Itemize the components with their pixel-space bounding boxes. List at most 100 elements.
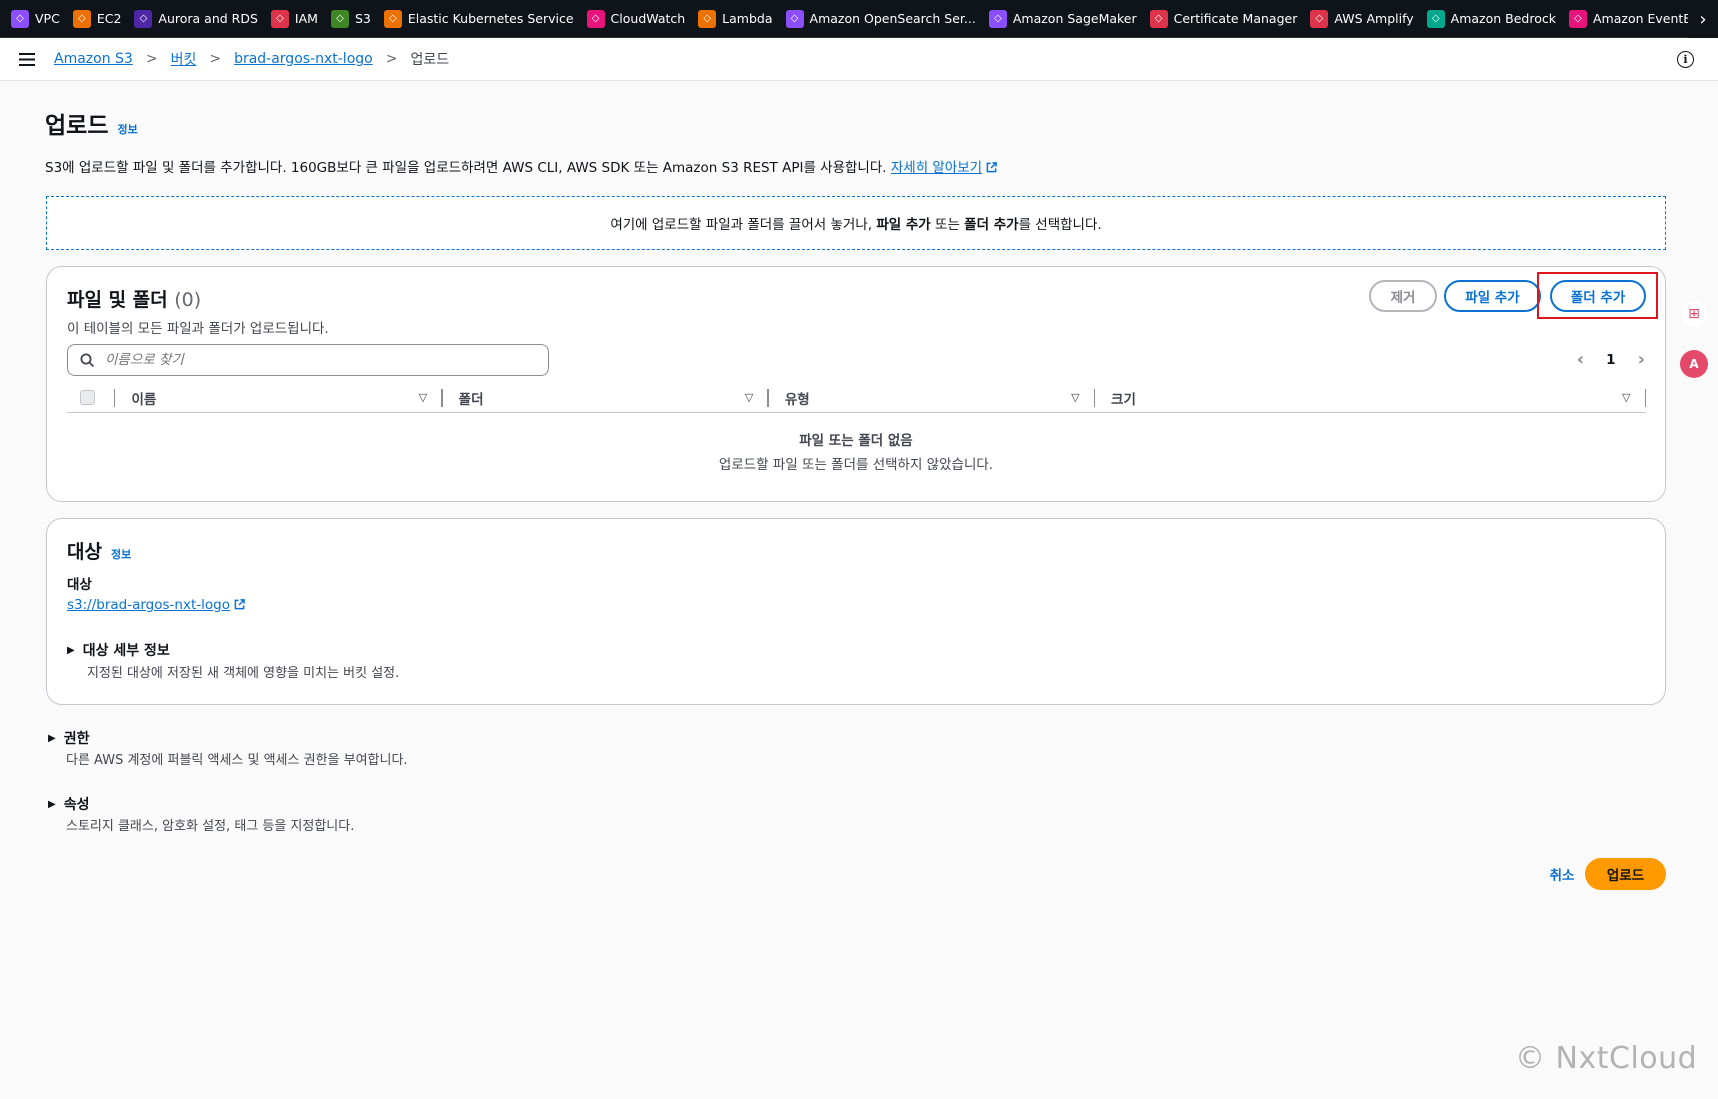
breadcrumb-bucket[interactable]: brad-argos-nxt-logo <box>234 51 373 67</box>
destination-info-link[interactable]: 정보 <box>111 546 131 562</box>
chevron-right-icon: > <box>209 51 222 67</box>
favorite-label: Amazon SageMaker <box>1012 11 1137 26</box>
favorite-label: Elastic Kubernetes Service <box>407 11 574 26</box>
search-icon <box>80 353 95 367</box>
drop-zone[interactable]: 여기에 업로드할 파일과 폴더를 끌어서 놓거나, 파일 추가 또는 폴더 추가… <box>46 196 1666 250</box>
external-link-icon <box>234 599 245 610</box>
next-page-icon[interactable]: › <box>1638 349 1645 370</box>
breadcrumb-bar: Amazon S3 > 버킷 > brad-argos-nxt-logo > 업… <box>0 38 1718 81</box>
favorite-item[interactable]: ◇ Amazon OpenSearch Ser... <box>785 9 976 28</box>
info-icon[interactable]: i <box>1677 51 1694 68</box>
upload-button[interactable]: 업로드 <box>1585 858 1666 890</box>
files-panel-subtitle: 이 테이블의 모든 파일과 폴더가 업로드됩니다. <box>67 321 329 337</box>
watermark: © NxtCloud <box>1515 1041 1698 1076</box>
eventbridge-icon: ◇ <box>1569 9 1587 28</box>
favorite-item[interactable]: ◇ Lambda <box>698 9 773 28</box>
eks-icon: ◇ <box>383 9 402 28</box>
properties-desc: 스토리지 클래스, 암호화 설정, 태그 등을 지정합니다. <box>66 819 355 834</box>
translate-widget-icon[interactable]: A <box>1680 350 1708 378</box>
page-title-text: 업로드 <box>45 113 109 139</box>
favorite-item[interactable]: ◇ Certificate Manager <box>1149 9 1297 28</box>
favorite-item[interactable]: ◇ VPC <box>11 9 60 28</box>
favorite-item[interactable]: ◇ CloudWatch <box>586 9 686 28</box>
vpc-icon: ◇ <box>11 9 29 28</box>
favorites-bar: ◇ VPC ◇ EC2 ◇ Aurora and RDS ◇ IAM ◇ S3 ◇ Elastic K… <box>0 0 1718 38</box>
page-title: 업로드 정보 <box>45 106 138 140</box>
pagination: ‹ 1 › <box>1577 349 1645 370</box>
empty-state-title: 파일 또는 폴더 없음 <box>799 433 913 449</box>
column-folder[interactable]: 폴더 ▽ <box>443 389 768 408</box>
sagemaker-icon: ◇ <box>988 9 1007 28</box>
favorite-label: CloudWatch <box>610 11 686 26</box>
breadcrumb-amazon-s3[interactable]: Amazon S3 <box>54 51 133 67</box>
favorite-label: Amazon OpenSearch Ser... <box>809 11 976 26</box>
column-size[interactable]: 크기 ▽ <box>1095 389 1644 408</box>
favorite-item[interactable]: ◇ AWS Amplify <box>1310 9 1414 28</box>
sort-icon[interactable]: ▽ <box>1071 391 1079 404</box>
column-type[interactable]: 유형 ▽ <box>769 389 1094 408</box>
search-field[interactable] <box>67 344 549 376</box>
page-description-text: S3에 업로드할 파일 및 폴더를 추가합니다. 160GB보다 큰 파일을 업… <box>45 160 887 176</box>
table-header: 이름 ▽ 폴더 ▽ 유형 ▽ 크기 ▽ <box>67 383 1647 413</box>
destination-panel: 대상 정보 대상 s3://brad-argos-nxt-logo ▶ 대상 세부… <box>46 518 1666 705</box>
add-folder-button[interactable]: 폴더 추가 <box>1550 280 1646 312</box>
files-count: (0) <box>174 289 202 311</box>
breadcrumb: Amazon S3 > 버킷 > brad-argos-nxt-logo > 업… <box>54 49 449 69</box>
destination-link[interactable]: s3://brad-argos-nxt-logo <box>67 597 245 613</box>
permissions-toggle[interactable]: ▶ 권한 <box>48 728 89 748</box>
favorite-item[interactable]: ◇ EC2 <box>72 9 122 28</box>
sort-icon[interactable]: ▽ <box>745 391 753 404</box>
chevron-right-icon: > <box>145 51 158 67</box>
ec2-icon: ◇ <box>72 9 91 28</box>
properties-toggle[interactable]: ▶ 속성 <box>48 794 89 814</box>
amplify-icon: ◇ <box>1310 9 1329 28</box>
page-info-link[interactable]: 정보 <box>117 121 137 137</box>
favorite-label: Lambda <box>722 11 773 26</box>
favorite-label: IAM <box>294 11 318 26</box>
permissions-desc: 다른 AWS 계정에 퍼블릭 액세스 및 액세스 권한을 부여합니다. <box>66 753 408 768</box>
destination-link-text: s3://brad-argos-nxt-logo <box>67 597 230 613</box>
bedrock-icon: ◇ <box>1426 9 1445 28</box>
destination-details-desc: 지정된 대상에 저장된 새 객체에 영향을 미치는 버킷 설정. <box>87 666 400 681</box>
favorite-item[interactable]: ◇ Amazon Bedrock <box>1426 9 1556 28</box>
extension-widget-icon[interactable]: ⊞ <box>1681 301 1707 327</box>
add-files-button[interactable]: 파일 추가 <box>1444 280 1541 312</box>
column-divider <box>1644 388 1647 407</box>
prev-page-icon[interactable]: ‹ <box>1577 349 1584 370</box>
favorite-label: S3 <box>354 11 371 26</box>
page-description: S3에 업로드할 파일 및 폴더를 추가합니다. 160GB보다 큰 파일을 업… <box>45 156 997 176</box>
menu-icon[interactable] <box>0 52 54 66</box>
rds-icon: ◇ <box>134 9 153 28</box>
favorite-item[interactable]: ◇ Amazon SageMaker <box>988 9 1137 28</box>
column-name[interactable]: 이름 ▽ <box>115 389 441 408</box>
remove-button[interactable]: 제거 <box>1369 280 1437 312</box>
cancel-button[interactable]: 취소 <box>1531 858 1593 890</box>
breadcrumb-buckets[interactable]: 버킷 <box>171 49 197 69</box>
chevron-right-icon: > <box>385 51 398 67</box>
favorite-label: Aurora and RDS <box>158 11 258 26</box>
external-link-icon <box>986 162 997 173</box>
acm-icon: ◇ <box>1149 9 1168 28</box>
caret-right-icon: ▶ <box>48 732 56 744</box>
favorite-label: Amazon Bedrock <box>1450 11 1556 26</box>
files-and-folders-panel: 파일 및 폴더 (0) 이 테이블의 모든 파일과 폴더가 업로드됩니다. 제거… <box>46 266 1666 502</box>
favorite-item[interactable]: ◇ Aurora and RDS <box>134 9 258 28</box>
cloudwatch-icon: ◇ <box>586 9 605 28</box>
caret-right-icon: ▶ <box>48 798 56 810</box>
breadcrumb-current: 업로드 <box>410 52 450 68</box>
learn-more-link[interactable]: 자세히 알아보기 <box>891 160 997 176</box>
destination-details-toggle[interactable]: ▶ 대상 세부 정보 <box>67 640 170 660</box>
favorites-scroll-right-icon[interactable]: › <box>1688 0 1718 38</box>
search-input[interactable] <box>105 352 505 368</box>
destination-label: 대상 <box>67 577 92 593</box>
favorite-item[interactable]: ◇ Elastic Kubernetes Service <box>383 9 574 28</box>
lambda-icon: ◇ <box>698 9 717 28</box>
page-number[interactable]: 1 <box>1606 352 1615 368</box>
favorite-label: EC2 <box>96 11 122 26</box>
favorite-item[interactable]: ◇ IAM <box>270 9 318 28</box>
s3-icon: ◇ <box>330 9 349 28</box>
sort-icon[interactable]: ▽ <box>419 391 427 404</box>
favorite-item[interactable]: ◇ S3 <box>330 9 371 28</box>
select-all-checkbox[interactable] <box>80 390 95 405</box>
sort-icon[interactable]: ▽ <box>1622 391 1630 404</box>
